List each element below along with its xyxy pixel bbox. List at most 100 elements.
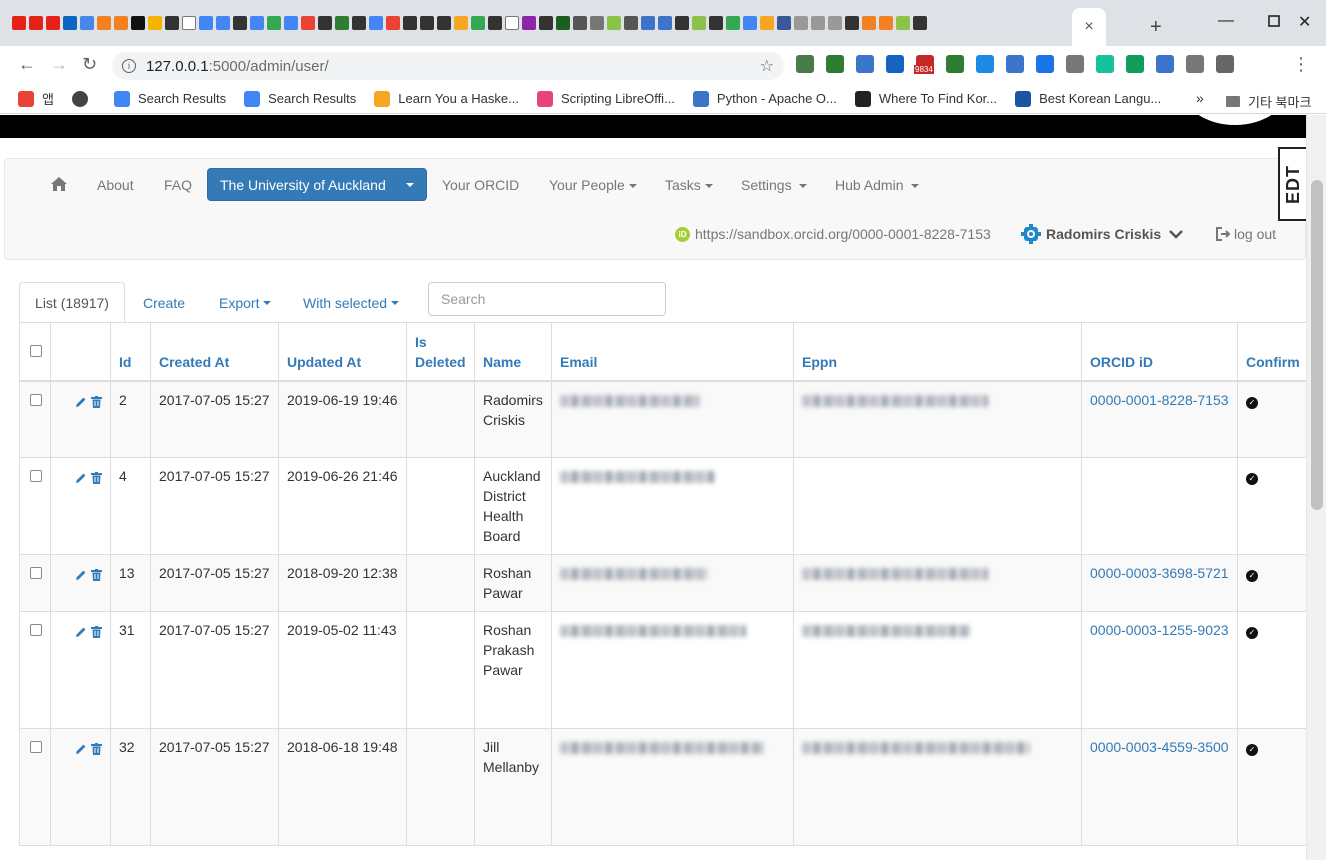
- orcid-id-link[interactable]: 0000-0003-1255-9023: [1090, 622, 1229, 638]
- search-input[interactable]: [428, 282, 666, 316]
- col-eppn[interactable]: Eppn: [793, 322, 1082, 382]
- pinned-tab-icon[interactable]: [709, 16, 723, 30]
- extension-icon[interactable]: [1066, 55, 1084, 73]
- pinned-tab-icon[interactable]: [624, 16, 638, 30]
- pinned-tab-icon[interactable]: [369, 16, 383, 30]
- pinned-tab-icon[interactable]: [148, 16, 162, 30]
- pinned-tab-icon[interactable]: [522, 16, 536, 30]
- nav-hub-admin[interactable]: Hub Admin: [835, 177, 920, 193]
- pinned-tab-icon[interactable]: [658, 16, 672, 30]
- col-is-deleted[interactable]: Is Deleted: [406, 322, 475, 382]
- browser-menu-icon[interactable]: ⋮: [1292, 54, 1310, 75]
- bookmark-item[interactable]: Learn You a Haske...: [374, 90, 519, 107]
- tab-create[interactable]: Create: [143, 282, 185, 323]
- pencil-icon[interactable]: [75, 469, 87, 489]
- orcid-id-link[interactable]: 0000-0001-8228-7153: [1090, 392, 1229, 408]
- pinned-tab-icon[interactable]: [97, 16, 111, 30]
- pinned-tab-icon[interactable]: [403, 16, 417, 30]
- extension-icon[interactable]: [826, 55, 844, 73]
- scrollbar-thumb[interactable]: [1311, 180, 1323, 510]
- pinned-tab-icon[interactable]: [726, 16, 740, 30]
- pinned-tab-icon[interactable]: [896, 16, 910, 30]
- pencil-icon[interactable]: [75, 393, 87, 413]
- nav-settings[interactable]: Settings: [741, 177, 808, 193]
- extension-icon[interactable]: [1156, 55, 1174, 73]
- pencil-icon[interactable]: [75, 566, 87, 586]
- pinned-tab-icon[interactable]: [352, 16, 366, 30]
- pinned-tab-icon[interactable]: [777, 16, 791, 30]
- close-tab-icon[interactable]: ×: [1084, 18, 1093, 36]
- new-tab-button[interactable]: +: [1150, 16, 1162, 39]
- pinned-tab-icon[interactable]: [692, 16, 706, 30]
- orcid-id-link[interactable]: 0000-0003-4559-3500: [1090, 739, 1229, 755]
- pinned-tab-icon[interactable]: [641, 16, 655, 30]
- pencil-icon[interactable]: [75, 623, 87, 643]
- other-bookmarks-folder[interactable]: 기타 북마크: [1226, 92, 1311, 111]
- pinned-tab-icon[interactable]: [539, 16, 553, 30]
- select-all-checkbox[interactable]: [30, 344, 42, 357]
- active-tab[interactable]: ×: [1072, 8, 1106, 46]
- extension-icon[interactable]: 9834: [914, 55, 934, 74]
- pinned-tab-icon[interactable]: [199, 16, 213, 30]
- pinned-tab-icon[interactable]: [131, 16, 145, 30]
- user-menu[interactable]: Radomirs Criskis: [1021, 224, 1184, 244]
- pinned-tab-icon[interactable]: [46, 16, 60, 30]
- reload-icon[interactable]: ↻: [82, 54, 97, 75]
- pinned-tab-icon[interactable]: [811, 16, 825, 30]
- bookmark-item[interactable]: 앱: [18, 89, 54, 108]
- extension-icon[interactable]: [886, 55, 904, 73]
- orcid-profile-link[interactable]: iD https://sandbox.orcid.org/0000-0001-8…: [675, 226, 991, 242]
- extension-icon[interactable]: [946, 55, 964, 73]
- tab-export[interactable]: Export: [219, 282, 272, 323]
- pinned-tab-icon[interactable]: [335, 16, 349, 30]
- pinned-tab-icon[interactable]: [471, 16, 485, 30]
- pinned-tab-icon[interactable]: [862, 16, 876, 30]
- row-checkbox[interactable]: [30, 567, 42, 579]
- pinned-tab-icon[interactable]: [505, 16, 519, 30]
- pinned-tab-icon[interactable]: [879, 16, 893, 30]
- col-created-at[interactable]: Created At: [150, 322, 279, 382]
- row-checkbox[interactable]: [30, 470, 42, 482]
- pinned-tab-icon[interactable]: [794, 16, 808, 30]
- pinned-tab-icon[interactable]: [845, 16, 859, 30]
- extension-icon[interactable]: [856, 55, 874, 73]
- bookmark-star-icon[interactable]: ☆: [760, 56, 774, 76]
- table-row[interactable]: 4 2017-07-05 15:27 2019-06-26 21:46 Aucklan…: [19, 457, 1309, 555]
- extension-icon[interactable]: [1006, 55, 1024, 73]
- pinned-tab-icon[interactable]: [29, 16, 43, 30]
- tab-list[interactable]: List (18917): [19, 282, 125, 324]
- trash-icon[interactable]: [91, 469, 102, 489]
- back-icon[interactable]: ←: [18, 54, 36, 75]
- row-checkbox[interactable]: [30, 624, 42, 636]
- table-row[interactable]: 2 2017-07-05 15:27 2019-06-19 19:46 Radomir…: [19, 380, 1309, 458]
- pinned-tab-icon[interactable]: [63, 16, 77, 30]
- pinned-tab-icon[interactable]: [301, 16, 315, 30]
- close-window-icon[interactable]: ✕: [1298, 12, 1311, 32]
- bookmark-item[interactable]: Best Korean Langu...: [1015, 90, 1161, 107]
- col-email[interactable]: Email: [551, 322, 794, 382]
- forward-icon[interactable]: →: [50, 54, 68, 75]
- col-updated-at[interactable]: Updated At: [278, 322, 407, 382]
- nav-faq[interactable]: FAQ: [164, 177, 192, 193]
- pinned-tab-icon[interactable]: [233, 16, 247, 30]
- nav-tasks[interactable]: Tasks: [665, 177, 713, 193]
- pinned-tab-icon[interactable]: [556, 16, 570, 30]
- table-row[interactable]: 31 2017-07-05 15:27 2019-05-02 11:43 Roshan…: [19, 611, 1309, 729]
- extension-icon[interactable]: [796, 55, 814, 73]
- pinned-tab-icon[interactable]: [318, 16, 332, 30]
- pinned-tab-icon[interactable]: [454, 16, 468, 30]
- pinned-tab-icon[interactable]: [267, 16, 281, 30]
- pinned-tab-icon[interactable]: [675, 16, 689, 30]
- pinned-tab-icon[interactable]: [743, 16, 757, 30]
- pinned-tab-icon[interactable]: [12, 16, 26, 30]
- extension-icon[interactable]: [1126, 55, 1144, 73]
- col-id[interactable]: Id: [110, 322, 151, 382]
- address-bar[interactable]: i 127.0.0.1:5000/admin/user/ ☆: [112, 52, 784, 80]
- pinned-tab-icon[interactable]: [216, 16, 230, 30]
- pinned-tab-icon[interactable]: [573, 16, 587, 30]
- col-confirmed[interactable]: Confirm: [1237, 322, 1309, 382]
- pinned-tab-icon[interactable]: [386, 16, 400, 30]
- pinned-tab-icon[interactable]: [182, 16, 196, 30]
- more-bookmarks-icon[interactable]: »: [1196, 90, 1204, 106]
- table-row[interactable]: 32 2017-07-05 15:27 2018-06-18 19:48 Jill M…: [19, 728, 1309, 846]
